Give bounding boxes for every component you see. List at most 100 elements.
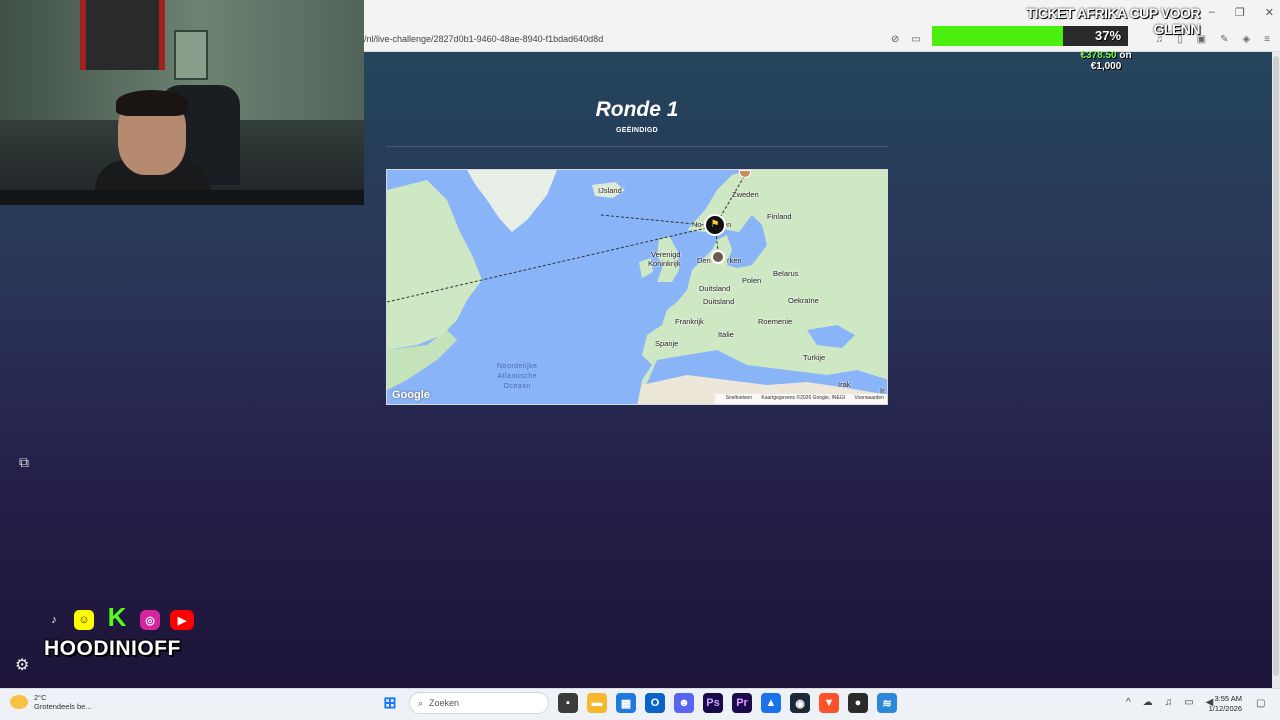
tray-network-icon[interactable]: ▭: [1184, 697, 1193, 708]
map-label-belarus: Belarus: [773, 269, 799, 278]
restore-button[interactable]: ❐: [1235, 6, 1245, 19]
weather-desc: Grotendeels be...: [34, 702, 92, 711]
map-label-norway-part1: No: [692, 220, 702, 229]
round-title: Ronde 1: [595, 98, 679, 121]
arc-browser-icon[interactable]: ▲: [761, 693, 781, 713]
weather-text: 2°C Grotendeels be...: [34, 693, 92, 711]
url-text[interactable]: /nl/live-challenge/2827d0b1-9460-48ae-89…: [364, 34, 603, 44]
webcam-desk: [0, 190, 364, 205]
map-label-ukraine: Oekraïne: [788, 296, 819, 305]
window-controls: – ❐ ✕: [1209, 6, 1274, 19]
file-explorer-icon[interactable]: ▬: [587, 693, 607, 713]
camera-shortcut-icon[interactable]: ⧉: [16, 454, 32, 470]
tiktok-icon: ♪: [51, 614, 57, 626]
instagram-icon: ◎: [140, 610, 160, 630]
search-placeholder: Zoeken: [429, 698, 460, 708]
map-land: [387, 170, 887, 404]
goal-of: on: [1119, 50, 1132, 61]
streamer-name: HOODINIOFF: [44, 637, 181, 660]
map-label-uk-line2: Koninkrijk: [648, 259, 681, 268]
map-label-germany-1: Duitsland: [699, 284, 731, 293]
social-overlay: ♪ ☺ K ◎ ▶ HOODINIOFF: [44, 602, 209, 663]
notification-icon[interactable]: ▢: [1256, 698, 1265, 709]
search-icon: ⌕: [418, 697, 424, 708]
weather-temp: 2°C: [34, 693, 47, 702]
app-icon[interactable]: ≋: [877, 693, 897, 713]
puzzle-icon[interactable]: ✎: [1220, 34, 1228, 45]
outlook-icon[interactable]: O: [645, 693, 665, 713]
photoshop-icon[interactable]: Ps: [703, 693, 723, 713]
gear-icon[interactable]: ⚙: [15, 655, 29, 675]
round-status: GEËINDIGD: [616, 127, 658, 134]
taskbar-apps: ⊞ ⌕ Zoeken ▪ ▬ ▦ O ☻ Ps Pr ▲ ◉ ▼ ● ≋: [380, 692, 897, 714]
tray-sync-icon[interactable]: ☁: [1143, 697, 1153, 708]
map-terms-link[interactable]: Voorwaarden: [855, 395, 884, 401]
map-shortcuts-link[interactable]: Sneltoetsen: [726, 395, 752, 401]
weather-icon: [10, 695, 28, 709]
map-label-ocean-line1: Noordelijke: [497, 363, 538, 370]
weather-widget[interactable]: 2°C Grotendeels be...: [10, 693, 92, 711]
map-label-denmark-part2: rken: [727, 256, 742, 265]
map-label-turkey: Turkije: [803, 353, 826, 362]
tray-mic-icon[interactable]: ♫: [1165, 697, 1173, 708]
brave-browser-icon[interactable]: ▼: [819, 693, 839, 713]
map-label-germany-2: Duitsland: [703, 297, 735, 306]
goal-percent: 37%: [1094, 28, 1122, 43]
map-label-ocean-line3: Oceaan: [503, 383, 532, 390]
map-label-poland: Polen: [742, 276, 762, 285]
round-divider: [386, 146, 888, 147]
map-label-iraq: Irak: [838, 380, 851, 389]
map-label-france: Frankrijk: [675, 317, 704, 326]
mute-icon[interactable]: ⊘: [891, 34, 899, 45]
webcam-overlay: [0, 0, 364, 205]
obs-icon[interactable]: ●: [848, 693, 868, 713]
map-label-spain: Spanje: [655, 339, 679, 348]
windows-taskbar: 2°C Grotendeels be... ⊞ ⌕ Zoeken ▪ ▬ ▦ O…: [0, 688, 1280, 720]
result-map[interactable]: IJsland Zweden Finland No en Verenigd Ko…: [386, 169, 888, 405]
minimize-button[interactable]: –: [1209, 6, 1215, 19]
correct-location-flag-icon[interactable]: ⚑: [704, 214, 726, 236]
windows-start-icon[interactable]: ⊞: [380, 693, 400, 713]
map-label-finland: Finland: [767, 212, 792, 221]
shield-icon[interactable]: ◈: [1242, 34, 1250, 45]
map-data-credit: Kaartgegevens ©2026 Google, INEGI: [761, 395, 846, 401]
task-view-icon[interactable]: ▪: [558, 693, 578, 713]
address-bar-actions: ⊘ ▭: [891, 34, 921, 45]
goal-current: €378.50: [1080, 50, 1117, 61]
page-scrollbar[interactable]: [1272, 52, 1280, 688]
steam-icon[interactable]: ◉: [790, 693, 810, 713]
map-label-ocean-line2: Atlantische: [497, 373, 538, 380]
goal-progress-fill: [932, 26, 1064, 46]
close-button[interactable]: ✕: [1265, 6, 1274, 19]
clock-date: 1/12/2026: [1208, 704, 1242, 713]
taskbar-clock[interactable]: 3:55 AM 1/12/2026: [1200, 694, 1242, 714]
webcam-person-hair: [116, 90, 188, 116]
map-label-ocean: Noordelijke Atlantische Oceaan: [497, 362, 538, 392]
premiere-icon[interactable]: Pr: [732, 693, 752, 713]
map-attribution: Sneltoetsen Kaartgegevens ©2026 Google, …: [714, 394, 887, 404]
tray-chevron-icon[interactable]: ^: [1126, 697, 1131, 708]
menu-icon[interactable]: ≡: [1264, 34, 1270, 45]
discord-icon[interactable]: ☻: [674, 693, 694, 713]
taskbar-search[interactable]: ⌕ Zoeken: [409, 692, 549, 714]
snapchat-icon: ☺: [74, 610, 94, 630]
cast-icon[interactable]: ▭: [911, 34, 920, 45]
player-avatar-marker[interactable]: [711, 250, 725, 264]
map-label-romania: Roemenie: [758, 317, 793, 326]
google-logo[interactable]: Google: [392, 389, 430, 401]
kick-icon: K: [107, 601, 127, 632]
goal-target: €1,000: [1090, 61, 1122, 72]
map-label-uk-line1: Verenigd: [651, 250, 681, 259]
webcam-poster: [174, 30, 208, 80]
webcam-jersey: [80, 0, 165, 70]
social-icons: ♪ ☺ K ◎ ▶: [44, 602, 194, 632]
scrollbar-thumb[interactable]: [1273, 56, 1279, 676]
goal-amount: €378.50 on €1,000: [1066, 50, 1146, 72]
map-label-sweden: Zweden: [732, 190, 759, 199]
map-label-iceland: IJsland: [598, 186, 622, 195]
store-icon[interactable]: ▦: [616, 693, 636, 713]
map-label-denmark-part1: Den: [697, 256, 711, 265]
map-label-italy: Italie: [718, 330, 734, 339]
youtube-icon: ▶: [170, 610, 194, 630]
clock-time: 3:55 AM: [1214, 694, 1242, 703]
